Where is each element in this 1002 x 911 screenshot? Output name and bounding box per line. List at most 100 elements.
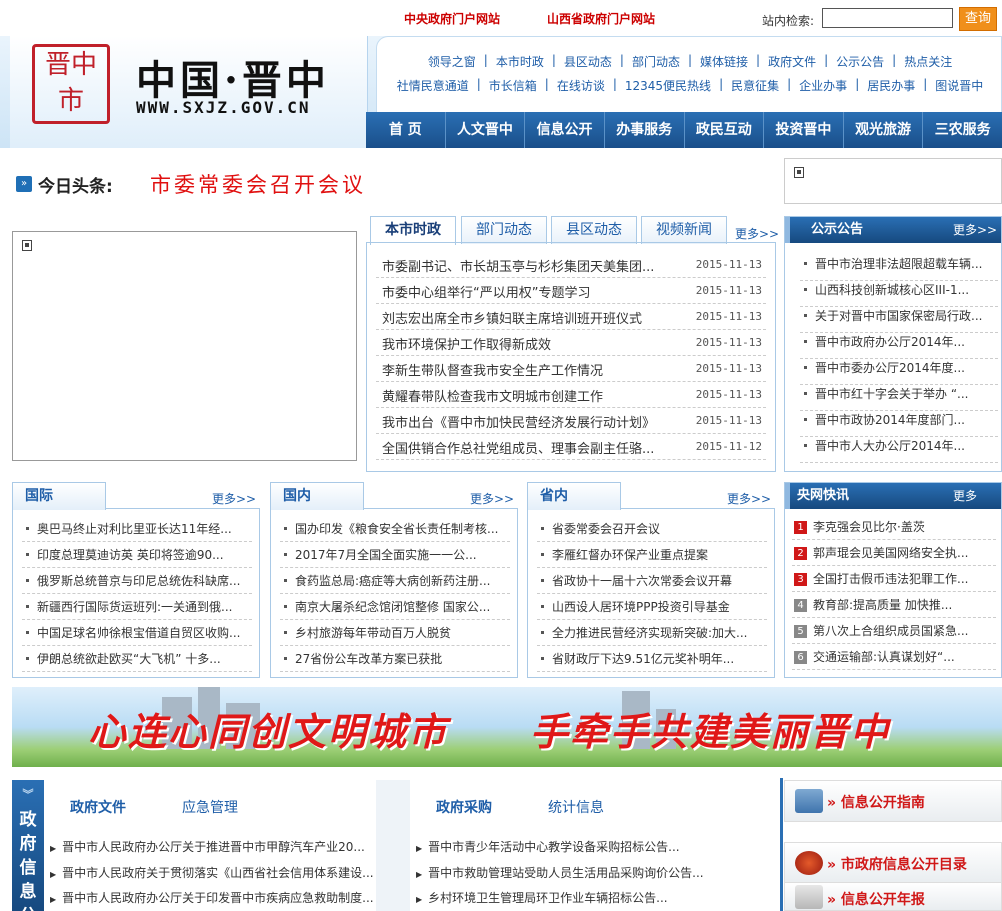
quick-link[interactable]: 市长信箱 bbox=[489, 77, 537, 94]
flash-news-item[interactable]: 1 李克强会见比尔·盖茨 bbox=[792, 514, 996, 540]
notice-item[interactable]: 晋中市人大办公厅2014年... bbox=[800, 437, 998, 463]
list-item[interactable]: 省财政厅下达9.51亿元奖补明年... bbox=[537, 646, 767, 672]
news-item[interactable]: 市委副书记、市长胡玉亭与杉杉集团天美集团... 2015-11-13 bbox=[376, 252, 766, 278]
domestic-more-link[interactable]: 更多>> bbox=[470, 490, 514, 507]
quick-link[interactable]: 县区动态 bbox=[564, 53, 612, 70]
nav-culture[interactable]: 人文晋中 bbox=[444, 112, 525, 148]
quick-link[interactable]: 图说晋中 bbox=[935, 77, 983, 94]
list-item[interactable]: 山西设人居环境PPP投资引导基金 bbox=[537, 594, 767, 620]
quick-link[interactable]: 本市时政 bbox=[496, 53, 544, 70]
quick-link[interactable]: 领导之窗 bbox=[428, 53, 476, 70]
notice-item[interactable]: 山西科技创新城核心区III-1... bbox=[800, 281, 998, 307]
tab-county-news[interactable]: 县区动态 bbox=[551, 216, 637, 244]
quick-link[interactable]: 部门动态 bbox=[632, 53, 680, 70]
nav-info-disclosure[interactable]: 信息公开 bbox=[524, 112, 604, 148]
quick-link[interactable]: 企业办事 bbox=[799, 77, 847, 94]
quick-link[interactable]: 热点关注 bbox=[904, 53, 952, 70]
tab-provincial[interactable]: 省内 bbox=[527, 482, 621, 510]
tab-gov-documents[interactable]: 政府文件 bbox=[70, 797, 126, 817]
list-item[interactable]: 伊朗总统欲赴欧买“大飞机” 十多... bbox=[22, 646, 252, 672]
notice-item[interactable]: 晋中市治理非法超限超载车辆... bbox=[800, 255, 998, 281]
notice-item[interactable]: 晋中市政府办公厅2014年... bbox=[800, 333, 998, 359]
provincial-more-link[interactable]: 更多>> bbox=[727, 490, 771, 507]
list-item[interactable]: 奥巴马终止对利比里亚长达11年经... bbox=[22, 516, 252, 542]
tab-city-politics[interactable]: 本市时政 bbox=[370, 216, 456, 245]
gov-doc-item[interactable]: ▶ 晋中市人民政府关于贯彻落实《山西省社会信用体系建设... bbox=[50, 864, 374, 881]
quick-link[interactable]: 政府文件 bbox=[768, 53, 816, 70]
search-label: 站内检索: bbox=[762, 14, 815, 28]
headline-title[interactable]: 市委常委会召开会议 bbox=[150, 169, 366, 199]
nav-tourism[interactable]: 观光旅游 bbox=[842, 112, 923, 148]
list-item[interactable]: 27省份公车改革方案已获批 bbox=[280, 646, 510, 672]
quick-link[interactable]: 在线访谈 bbox=[557, 77, 605, 94]
list-item[interactable]: 印度总理莫迪访英 英印将签逾90... bbox=[22, 542, 252, 568]
flash-news-item[interactable]: 3 全国打击假币违法犯罪工作... bbox=[792, 566, 996, 592]
tabs-more-link[interactable]: 更多>> bbox=[735, 225, 779, 242]
quick-link[interactable]: 社情民意通道 bbox=[397, 77, 469, 94]
quick-link[interactable]: 居民办事 bbox=[867, 77, 915, 94]
search-input[interactable] bbox=[822, 8, 953, 28]
tab-emergency-management[interactable]: 应急管理 bbox=[182, 797, 238, 817]
news-item[interactable]: 刘志宏出席全市乡镇妇联主席培训班开班仪式 2015-11-13 bbox=[376, 304, 766, 330]
nav-investment[interactable]: 投资晋中 bbox=[763, 112, 843, 148]
flash-news-item[interactable]: 5 第八次上合组织成员国紧急... bbox=[792, 618, 996, 644]
list-item[interactable]: 李雁红督办环保产业重点提案 bbox=[537, 542, 767, 568]
quick-link[interactable]: 媒体链接 bbox=[700, 53, 748, 70]
list-item[interactable]: 新疆西行国际货运班列:一关通到俄... bbox=[22, 594, 252, 620]
news-item[interactable]: 市委中心组举行“严以用权”专题学习 2015-11-13 bbox=[376, 278, 766, 304]
search-button[interactable]: 查询 bbox=[959, 7, 997, 31]
news-item[interactable]: 李新生带队督查我市安全生产工作情况 2015-11-13 bbox=[376, 356, 766, 382]
info-catalog-link[interactable]: » 市政府信息公开目录 bbox=[784, 842, 1002, 884]
list-item[interactable]: 乡村旅游每年带动百万人脱贫 bbox=[280, 620, 510, 646]
flash-news-more-link[interactable]: 更多 bbox=[953, 487, 977, 504]
news-item[interactable]: 我市环境保护工作取得新成效 2015-11-13 bbox=[376, 330, 766, 356]
list-item[interactable]: 2017年7月全国全面实施一一公... bbox=[280, 542, 510, 568]
tab-gov-procurement[interactable]: 政府采购 bbox=[436, 797, 492, 817]
quick-link[interactable]: 民意征集 bbox=[731, 77, 779, 94]
shanxi-gov-portal-link[interactable]: 山西省政府门户网站 bbox=[547, 10, 655, 27]
tab-department-news[interactable]: 部门动态 bbox=[461, 216, 547, 244]
list-item[interactable]: 中国足球名帅徐根宝借道自贸区收购... bbox=[22, 620, 252, 646]
civilization-banner[interactable]: 心连心同创文明城市 手牵手共建美丽晋中 bbox=[12, 687, 1002, 767]
list-item[interactable]: 南京大屠杀纪念馆闭馆整修 国家公... bbox=[280, 594, 510, 620]
quick-link[interactable]: 公示公告 bbox=[836, 53, 884, 70]
nav-interaction[interactable]: 政民互动 bbox=[683, 112, 764, 148]
info-guide-link[interactable]: » 信息公开指南 bbox=[784, 780, 1002, 822]
notice-more-link[interactable]: 更多>> bbox=[953, 221, 997, 238]
notice-item[interactable]: 晋中市委办公厅2014年度... bbox=[800, 359, 998, 385]
procurement-item[interactable]: ▶ 晋中市救助管理站受助人员生活用品采购询价公告... bbox=[416, 864, 704, 881]
tab-statistics[interactable]: 统计信息 bbox=[548, 797, 604, 817]
news-item[interactable]: 全国供销合作总社党组成员、理事会副主任骆... 2015-11-12 bbox=[376, 434, 766, 460]
list-item[interactable]: 国办印发《粮食安全省长责任制考核... bbox=[280, 516, 510, 542]
notice-item[interactable]: 关于对晋中市国家保密局行政... bbox=[800, 307, 998, 333]
list-item[interactable]: 俄罗斯总统普京与印尼总统佐科缺席... bbox=[22, 568, 252, 594]
info-annual-report-link[interactable]: » 信息公开年报 bbox=[784, 882, 1002, 911]
list-item[interactable]: 食药监总局:癌症等大病创新药注册... bbox=[280, 568, 510, 594]
quick-link[interactable]: 12345便民热线 bbox=[625, 77, 711, 94]
nav-home[interactable]: 首 页 bbox=[366, 112, 445, 148]
city-seal-logo[interactable]: 晋中市 bbox=[32, 44, 110, 124]
flash-news-item[interactable]: 2 郭声琨会见美国网络安全执... bbox=[792, 540, 996, 566]
tab-video-news[interactable]: 视频新闻 bbox=[641, 216, 727, 244]
tab-international[interactable]: 国际 bbox=[12, 482, 106, 510]
nav-services[interactable]: 办事服务 bbox=[603, 112, 684, 148]
notice-item[interactable]: 晋中市政协2014年度部门... bbox=[800, 411, 998, 437]
procurement-item[interactable]: ▶ 晋中市青少年活动中心教学设备采购招标公告... bbox=[416, 838, 680, 855]
gov-doc-item[interactable]: ▶ 晋中市人民政府办公厅关于推进晋中市甲醇汽车产业20... bbox=[50, 838, 365, 855]
gov-info-side-tab[interactable]: ︾ 政府信息公 bbox=[12, 780, 44, 911]
flash-news-item[interactable]: 4 教育部:提高质量 加快推... bbox=[792, 592, 996, 618]
central-gov-portal-link[interactable]: 中央政府门户网站 bbox=[404, 10, 500, 27]
nav-agriculture[interactable]: 三农服务 bbox=[922, 112, 1002, 148]
tab-domestic[interactable]: 国内 bbox=[270, 482, 364, 510]
international-more-link[interactable]: 更多>> bbox=[212, 490, 256, 507]
procurement-item[interactable]: ▶ 乡村环境卫生管理局环卫作业车辆招标公告... bbox=[416, 889, 668, 906]
news-photo[interactable] bbox=[12, 231, 357, 461]
list-item[interactable]: 省政协十一届十六次常委会议开幕 bbox=[537, 568, 767, 594]
list-item[interactable]: 全力推进民营经济实现新突破:加大... bbox=[537, 620, 767, 646]
gov-doc-item[interactable]: ▶ 晋中市人民政府办公厅关于印发晋中市疾病应急救助制度... bbox=[50, 889, 374, 906]
notice-item[interactable]: 晋中市红十字会关于举办 “... bbox=[800, 385, 998, 411]
news-item[interactable]: 我市出台《晋中市加快民营经济发展行动计划》 2015-11-13 bbox=[376, 408, 766, 434]
flash-news-item[interactable]: 6 交通运输部:认真谋划好“... bbox=[792, 644, 996, 670]
news-item[interactable]: 黄耀春带队检查我市文明城市创建工作 2015-11-13 bbox=[376, 382, 766, 408]
list-item[interactable]: 省委常委会召开会议 bbox=[537, 516, 767, 542]
